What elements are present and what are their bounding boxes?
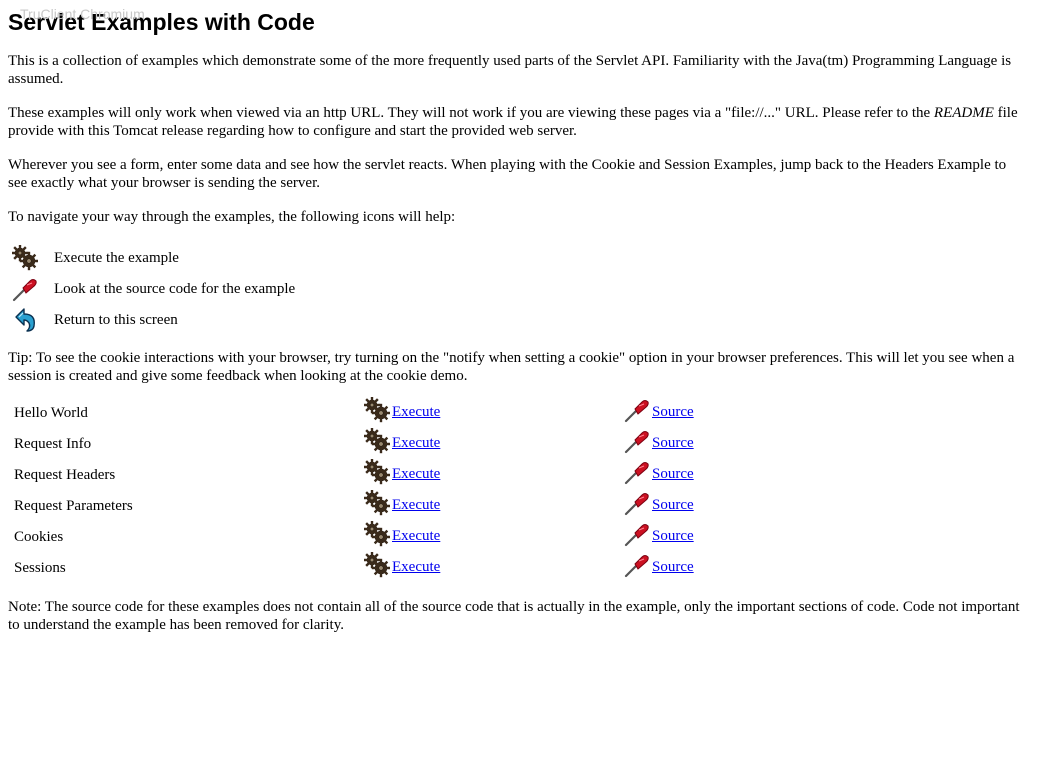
source-cell: Source [618,521,708,552]
legend-row-return: Return to this screen [8,304,297,335]
example-name: Sessions [14,559,66,576]
execute-cell: Execute [358,396,618,428]
legend-icon-cell [8,273,52,304]
example-row: Request Parameters Execute Source [8,489,708,521]
source-cell: Source [618,552,708,583]
gears-icon [363,396,391,428]
screwdriver-icon [12,276,38,302]
execute-link[interactable]: Execute [392,528,440,544]
screwdriver-icon [624,490,650,521]
page-content: Servlet Examples with Code This is a col… [8,0,1028,634]
source-cell: Source [618,428,708,459]
legend-label: Look at the source code for the example [54,280,296,297]
screwdriver-icon [624,521,650,552]
gears-icon [363,520,391,552]
example-name: Request Headers [14,466,116,483]
example-name: Hello World [14,404,88,421]
execute-cell: Execute [358,551,618,583]
screwdriver-icon [624,459,650,490]
source-cell: Source [618,397,708,428]
examples-table: Hello World Execute Source Request Info Exec… [8,396,708,583]
navigate-paragraph: To navigate your way through the example… [8,209,456,225]
execute-link[interactable]: Execute [392,435,440,451]
source-link[interactable]: Source [652,466,694,482]
gears-icon [12,244,38,271]
source-link[interactable]: Source [652,497,694,513]
screwdriver-icon [624,428,650,459]
gears-icon [363,427,391,459]
execute-cell: Execute [358,458,618,490]
watermark-text: TruClient Chromium [20,6,145,22]
screwdriver-icon [624,552,650,583]
execute-cell: Execute [358,520,618,552]
form-paragraph: Wherever you see a form, enter some data… [8,157,1007,191]
page-title: Servlet Examples with Code [8,9,315,35]
legend-icon-cell [8,304,52,335]
source-link[interactable]: Source [652,528,694,544]
source-link[interactable]: Source [652,559,694,575]
example-name: Cookies [14,528,64,545]
gears-icon [363,458,391,490]
execute-cell: Execute [358,427,618,459]
example-row: Request Headers Execute Source [8,458,708,490]
tip-paragraph: Tip: To see the cookie interactions with… [8,350,1015,384]
legend-row-execute: Execute the example [8,242,297,273]
example-row: Request Info Execute Source [8,427,708,459]
example-row: Cookies Execute Source [8,520,708,552]
execute-link[interactable]: Execute [392,559,440,575]
execute-link[interactable]: Execute [392,404,440,420]
example-name: Request Parameters [14,497,133,514]
execute-cell: Execute [358,489,618,521]
source-cell: Source [618,459,708,490]
legend-row-source: Look at the source code for the example [8,273,297,304]
intro-paragraph: This is a collection of examples which d… [8,53,1012,87]
legend-icon-cell [8,242,52,273]
source-link[interactable]: Source [652,435,694,451]
url-text-before: These examples will only work when viewe… [8,105,934,121]
note-paragraph: Note: The source code for these examples… [8,599,1020,633]
legend-label: Execute the example [54,249,179,266]
gears-icon [363,551,391,583]
legend-label: Return to this screen [54,311,178,328]
readme-text: README [933,105,994,121]
example-row: Hello World Execute Source [8,396,708,428]
execute-link[interactable]: Execute [392,497,440,513]
example-row: Sessions Execute Source [8,551,708,583]
url-paragraph: These examples will only work when viewe… [8,104,1028,140]
execute-link[interactable]: Execute [392,466,440,482]
example-name: Request Info [14,435,92,452]
gears-icon [363,489,391,521]
icon-legend: Execute the example Look at the source c… [8,242,297,335]
screwdriver-icon [624,397,650,428]
return-arrow-icon [12,307,38,333]
source-cell: Source [618,490,708,521]
source-link[interactable]: Source [652,404,694,420]
